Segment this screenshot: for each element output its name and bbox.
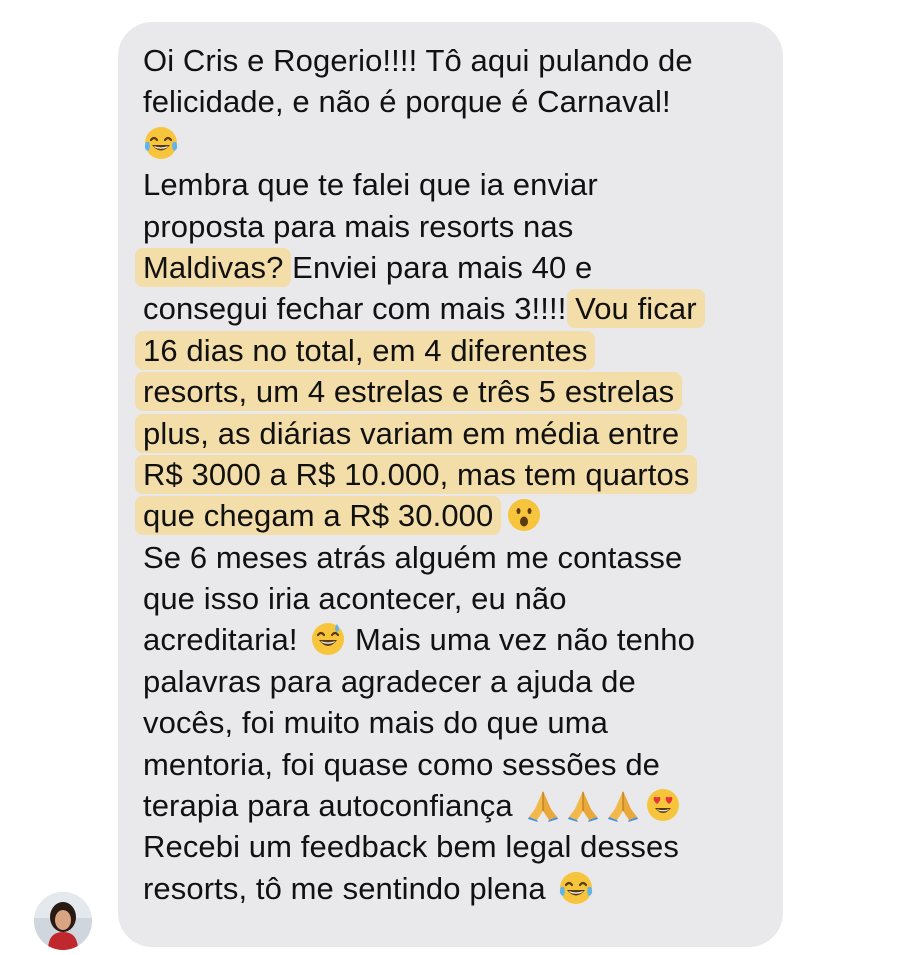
message-line: resorts, um 4 estrelas e três 5 estrelas [135,371,783,412]
message-line: vocês, foi muito mais do que uma [143,702,783,743]
folded-hands-icon [605,787,641,823]
message-line: Oi Cris e Rogerio!!!! Tô aqui pulando de [143,40,783,81]
message-line-text: Se 6 meses atrás alguém me contasse [143,539,683,575]
message-line: Maldivas? Enviei para mais 40 e [135,247,783,288]
message-line-text: que isso iria acontecer, eu não [143,581,567,617]
highlighted-text: plus, as diárias variam em média entre [135,413,688,453]
grinning-face-with-sweat-icon [310,621,346,657]
face-with-open-mouth-icon [506,497,542,533]
message-line: proposta para mais resorts nas [143,206,783,247]
message-line-text: Enviei para mais 40 e [283,249,593,285]
folded-hands-icon [565,787,601,823]
highlighted-text: Maldivas? [135,247,292,287]
message-line: consegui fechar com mais 3!!!! Vou ficar [143,288,783,329]
message-line-text: mentoria, foi quase como sessões de [143,746,660,782]
face-with-tears-of-joy-icon [143,125,179,161]
message-line: que chegam a R$ 30.000 [135,495,783,536]
highlighted-text: 16 dias no total, em 4 diferentes [135,330,596,370]
message-line: mentoria, foi quase como sessões de [143,744,783,785]
message-line-text: vocês, foi muito mais do que uma [143,705,608,741]
message-line: 16 dias no total, em 4 diferentes [135,330,783,371]
message-line-text: Lembra que te falei que ia enviar [143,167,598,203]
folded-hands-icon [525,787,561,823]
message-text: Oi Cris e Rogerio!!!! Tô aqui pulando de… [135,40,783,909]
message-line-text: acreditaria! [143,622,298,658]
chat-thread: Oi Cris e Rogerio!!!! Tô aqui pulando de… [0,0,900,955]
message-line [143,123,783,164]
message-line: terapia para autoconfiança [143,785,783,826]
message-line: plus, as diárias variam em média entre [135,413,783,454]
smiling-face-with-heart-eyes-icon [645,787,681,823]
highlighted-text: Vou ficar [567,289,705,329]
face-with-tears-of-joy-icon [558,870,594,906]
message-line: acreditaria! Mais uma vez não tenho [143,619,783,660]
message-line: resorts, tô me sentindo plena [143,868,783,909]
highlighted-text: R$ 3000 a R$ 10.000, mas tem quartos [135,454,698,494]
message-line: Recebi um feedback bem legal desses [143,826,783,867]
message-line-text: resorts, tô me sentindo plena [143,870,546,906]
message-line: Se 6 meses atrás alguém me contasse [143,537,783,578]
message-line: palavras para agradecer a ajuda de [143,661,783,702]
message-line-text: consegui fechar com mais 3!!!! [143,291,576,327]
message-line: felicidade, e não é porque é Carnaval! [143,81,783,122]
message-line-text: Oi Cris e Rogerio!!!! Tô aqui pulando de [143,43,693,78]
highlighted-text: resorts, um 4 estrelas e três 5 estrelas [135,372,683,412]
message-line-text: Mais uma vez não tenho [346,622,695,658]
message-line: Lembra que te falei que ia enviar [143,164,783,205]
user-avatar[interactable] [34,892,92,950]
message-line-text: proposta para mais resorts nas [143,208,574,244]
message-line: que isso iria acontecer, eu não [143,578,783,619]
message-line-text: terapia para autoconfiança [143,788,513,824]
message-line-text: Recebi um feedback bem legal desses [143,829,679,865]
message-line-text: palavras para agradecer a ajuda de [143,663,636,699]
message-line: R$ 3000 a R$ 10.000, mas tem quartos [135,454,783,495]
message-line-text: felicidade, e não é porque é Carnaval! [143,84,671,120]
highlighted-text: que chegam a R$ 30.000 [135,496,502,536]
